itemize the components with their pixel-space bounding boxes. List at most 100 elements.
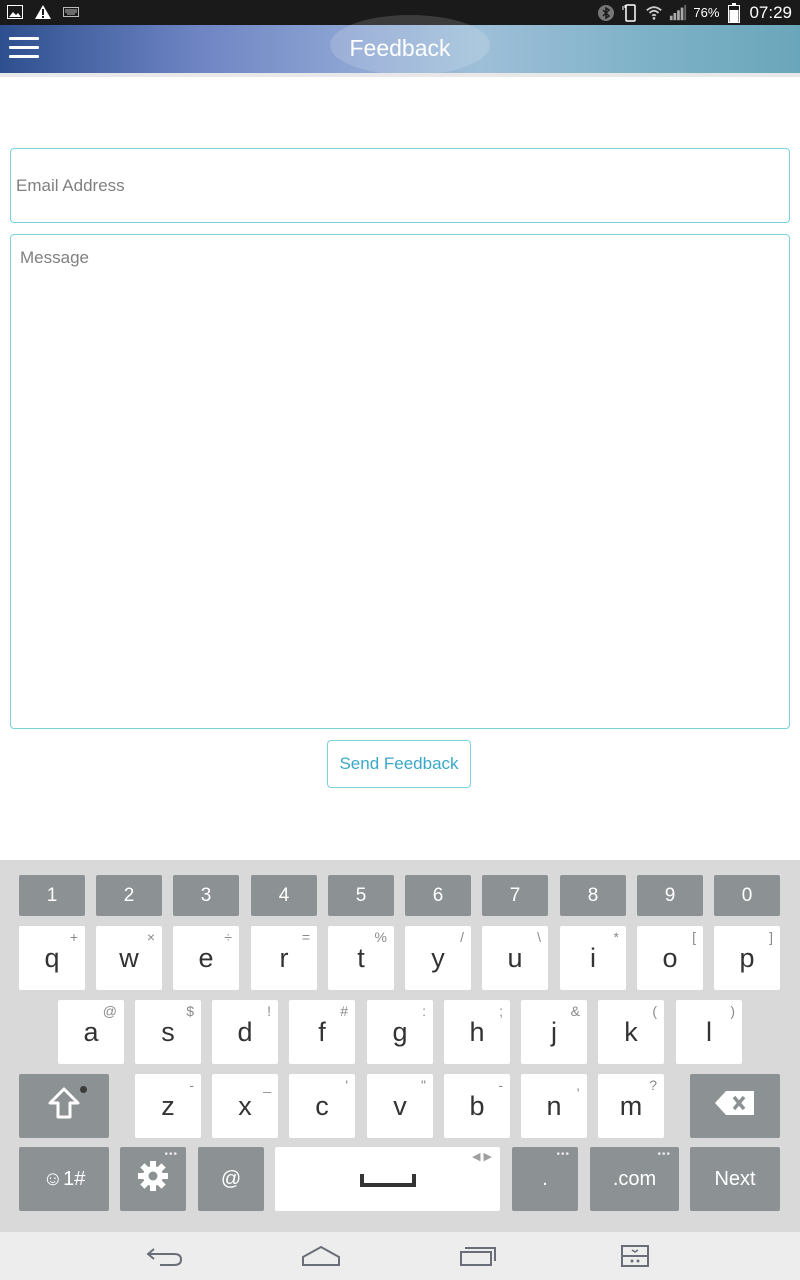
key-alt: ] [769,929,773,945]
backspace-icon [714,1090,756,1122]
keyboard-settings-key[interactable]: ••• [120,1147,186,1211]
key-alt: # [340,1003,348,1019]
key-label: r [279,942,289,973]
key-u[interactable]: u \ [482,926,548,990]
key-alt: & [570,1003,580,1019]
gallery-notification-icon [6,3,24,21]
key-j[interactable]: j & [521,1000,587,1064]
dotcom-key[interactable]: ••• .com [590,1147,679,1211]
key-alt: ÷ [224,929,232,945]
bluetooth-icon [597,4,615,22]
key-i[interactable]: i * [560,926,626,990]
key-n[interactable]: n, [521,1074,587,1138]
dual-window-icon[interactable] [615,1242,655,1270]
shift-icon [47,1086,81,1126]
key-r[interactable]: r = [251,926,317,990]
key-z[interactable]: z- [135,1074,201,1138]
key-5[interactable]: 5 [328,875,394,916]
key-p[interactable]: p] [714,926,780,990]
at-key[interactable]: @ [198,1147,264,1211]
key-label: a [83,1016,99,1047]
key-label: z [161,1090,175,1121]
key-0[interactable]: 0 [714,875,780,916]
key-label: n [546,1090,562,1121]
key-alt: × [146,929,155,945]
key-k[interactable]: k( [598,1000,664,1064]
key-label: p [739,942,755,973]
key-label: v [393,1090,407,1121]
space-icon [359,1164,416,1195]
key-a[interactable]: a @ [58,1000,124,1064]
key-label: k [624,1016,638,1047]
key-2[interactable]: 2 [96,875,162,916]
key-label: e [198,942,214,973]
key-alt: - [189,1077,194,1093]
key-v[interactable]: v " [367,1074,433,1138]
key-label: b [469,1090,485,1121]
app-bar-divider [0,73,800,77]
key-q[interactable]: q + [19,926,85,990]
key-label: t [357,942,365,973]
shift-indicator [80,1086,87,1093]
key-alt: \ [537,929,541,945]
key-label: s [161,1016,175,1047]
email-field-container [10,148,790,223]
key-1[interactable]: 1 [19,875,85,916]
key-alt: _ [263,1077,271,1093]
key-label: y [431,942,445,973]
key-b[interactable]: b- [444,1074,510,1138]
key-s[interactable]: s $ [135,1000,201,1064]
key-d[interactable]: d! [212,1000,278,1064]
key-g[interactable]: g: [367,1000,433,1064]
key-8[interactable]: 8 [560,875,626,916]
key-alt: + [69,929,78,945]
key-e[interactable]: e ÷ [173,926,239,990]
key-label: x [238,1090,252,1121]
next-key[interactable]: Next [690,1147,780,1211]
key-c[interactable]: c ' [289,1074,355,1138]
key-label: w [119,942,139,973]
key-6[interactable]: 6 [405,875,471,916]
key-h[interactable]: h; [444,1000,510,1064]
key-l[interactable]: l) [676,1000,742,1064]
key-label: l [706,1016,712,1047]
key-3[interactable]: 3 [173,875,239,916]
key-alt: @ [102,1003,117,1019]
key-f[interactable]: f # [289,1000,355,1064]
key-m[interactable]: m? [598,1074,664,1138]
battery-icon [725,2,743,23]
key-label: .com [612,1167,657,1190]
space-key[interactable]: ◀ ▶ [275,1147,500,1211]
home-icon[interactable] [301,1242,341,1270]
key-9[interactable]: 9 [637,875,703,916]
email-field[interactable] [11,149,789,222]
key-alt: " [421,1077,426,1093]
key-alt: [ [692,929,696,945]
key-4[interactable]: 4 [251,875,317,916]
period-key[interactable]: ••• . [512,1147,578,1211]
page-title: Feedback [349,35,451,61]
recent-apps-icon[interactable] [458,1242,498,1270]
key-alt: , [576,1077,580,1093]
key-o[interactable]: o[ [637,926,703,990]
cursor-arrows-icon: ◀ ▶ [472,1151,492,1163]
wifi-icon [645,4,663,22]
key-label: u [507,942,523,973]
message-field[interactable] [11,235,789,728]
symbols-key[interactable]: ☺1# [19,1147,109,1211]
backspace-key[interactable] [690,1074,780,1138]
key-t[interactable]: t% [328,926,394,990]
key-alt: ' [345,1077,348,1093]
more-options-icon: ••• [556,1149,570,1160]
key-w[interactable]: w × [96,926,162,990]
key-x[interactable]: x _ [212,1074,278,1138]
back-icon[interactable] [145,1242,185,1270]
shift-key[interactable] [19,1074,109,1138]
send-feedback-button[interactable]: Send Feedback [327,740,471,788]
key-alt: ( [652,1003,657,1019]
navigation-bar [0,1232,800,1280]
key-alt: * [613,929,619,945]
key-y[interactable]: y / [405,926,471,990]
key-7[interactable]: 7 [482,875,548,916]
key-label: g [392,1016,408,1047]
